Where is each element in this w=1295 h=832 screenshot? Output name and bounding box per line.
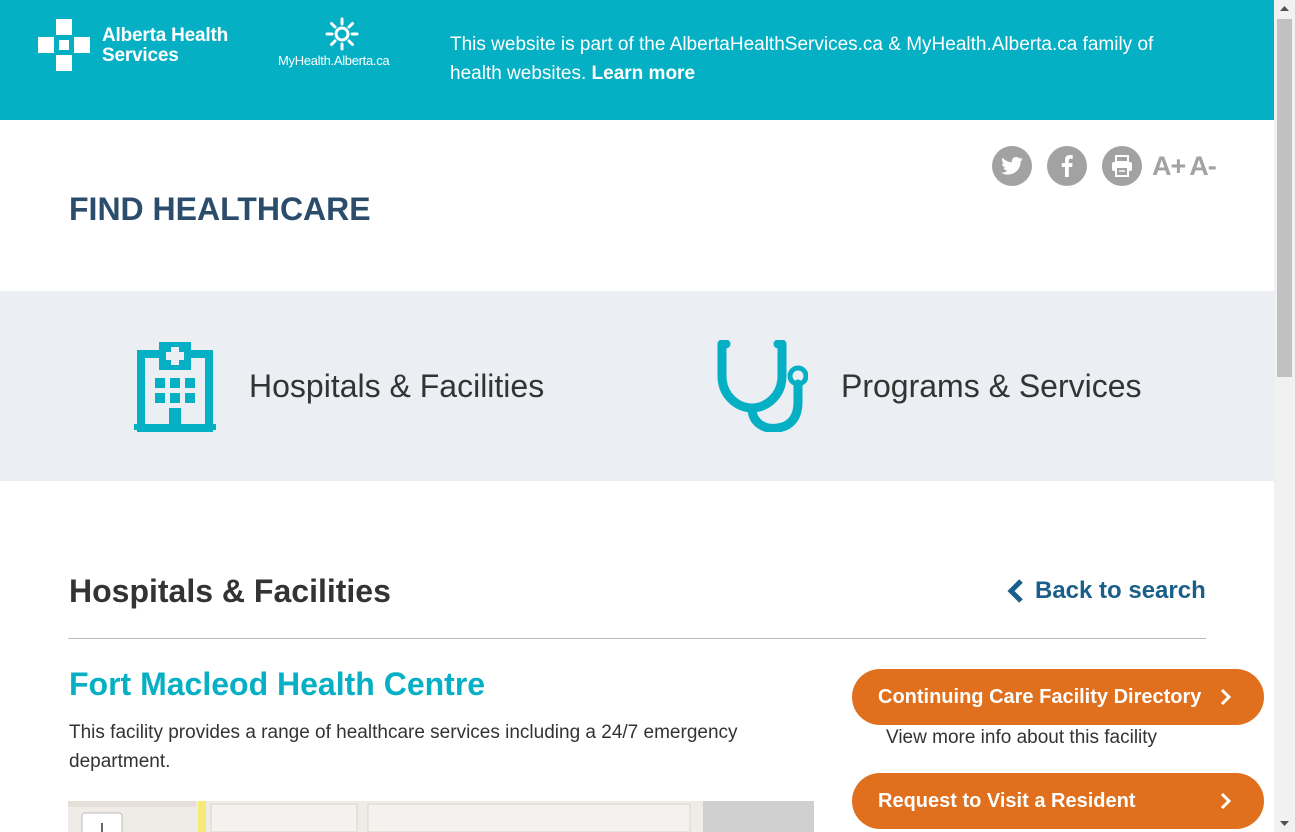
ahs-logo-line1: Alberta Health	[102, 25, 229, 46]
request-visit-label: Request to Visit a Resident	[878, 789, 1136, 812]
scrollbar[interactable]	[1274, 0, 1295, 832]
banner-message: This website is part of the AlbertaHealt…	[450, 30, 1210, 88]
nav-programs-services[interactable]: Programs & Services	[716, 291, 1142, 481]
twitter-button[interactable]	[992, 146, 1032, 186]
back-to-search-link[interactable]: Back to search	[1007, 577, 1206, 605]
myhealth-logo[interactable]: MyHealth.Alberta.ca	[278, 17, 408, 68]
ahs-logo-line2: Services	[102, 45, 179, 66]
request-visit-button[interactable]: Request to Visit a Resident	[852, 773, 1264, 829]
font-increase-button[interactable]: A+	[1152, 151, 1186, 181]
nav-hospitals-label: Hospitals & Facilities	[249, 367, 545, 404]
stethoscope-icon	[717, 340, 808, 432]
back-to-search-label: Back to search	[1035, 577, 1206, 604]
nav-hospitals-facilities[interactable]: Hospitals & Facilities	[134, 291, 544, 481]
learn-more-link[interactable]: Learn more	[592, 63, 695, 84]
category-nav: Hospitals & Facilities Programs & Servic…	[0, 291, 1274, 481]
continuing-care-directory-button[interactable]: Continuing Care Facility Directory	[852, 669, 1264, 725]
site-banner: Alberta Health Services MyHealth.Alberta…	[0, 0, 1274, 120]
chevron-right-icon	[1220, 688, 1232, 706]
scroll-down-icon[interactable]	[1274, 814, 1295, 832]
ahs-logo[interactable]: Alberta Health Services	[38, 19, 228, 73]
scrollbar-thumb[interactable]	[1277, 19, 1292, 377]
myhealth-logo-text: MyHealth.Alberta.ca	[278, 53, 390, 68]
facility-map[interactable]	[68, 801, 814, 832]
section-title: Hospitals & Facilities	[69, 573, 391, 609]
print-button[interactable]	[1102, 146, 1142, 186]
hospital-icon	[134, 342, 216, 432]
cta-subtext: View more info about this facility	[886, 727, 1158, 748]
share-toolbar: A+ A-	[992, 146, 1220, 186]
facility-description: This facility provides a range of health…	[69, 722, 738, 772]
banner-message-text: This website is part of the AlbertaHealt…	[450, 34, 1154, 84]
nav-programs-label: Programs & Services	[841, 367, 1142, 404]
print-icon	[1112, 155, 1132, 177]
font-size-controls: A+ A-	[1152, 151, 1220, 182]
font-decrease-button[interactable]: A-	[1189, 151, 1216, 181]
facebook-button[interactable]	[1047, 146, 1087, 186]
map-tiles	[68, 801, 814, 832]
continuing-care-directory-label: Continuing Care Facility Directory	[878, 685, 1202, 708]
scroll-up-icon[interactable]	[1274, 0, 1295, 18]
facility-name: Fort Macleod Health Centre	[69, 666, 486, 702]
divider	[68, 638, 1206, 639]
chevron-left-icon	[1007, 579, 1023, 603]
chevron-right-icon	[1220, 792, 1232, 810]
twitter-icon	[1001, 157, 1023, 175]
sun-icon	[325, 17, 359, 51]
page-title: FIND HEALTHCARE	[69, 191, 371, 227]
facebook-icon	[1061, 155, 1073, 177]
page: Alberta Health Services MyHealth.Alberta…	[0, 0, 1295, 832]
ahs-cross-icon	[38, 19, 90, 71]
